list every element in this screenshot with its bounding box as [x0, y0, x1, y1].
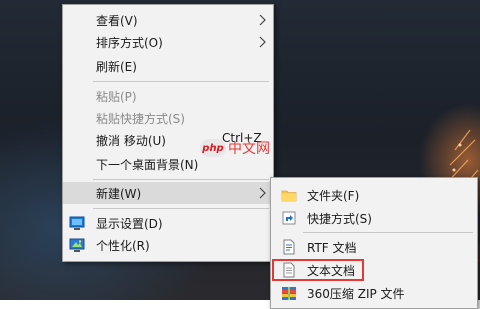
menu-separator — [93, 179, 269, 180]
menu-separator — [303, 232, 473, 233]
display-settings-icon — [69, 216, 85, 230]
chevron-right-icon — [259, 14, 266, 26]
menu-item-view[interactable]: 查看(V) — [63, 9, 273, 31]
folder-icon — [281, 190, 297, 202]
watermark: php 中文网 — [200, 138, 270, 158]
menu-item-personalize[interactable]: 个性化(R) — [63, 234, 273, 256]
watermark-text: 中文网 — [228, 141, 270, 157]
menu-item-paste-shortcut[interactable]: 粘贴快捷方式(S) — [63, 107, 273, 129]
menu-item-new[interactable]: 新建(W) — [63, 182, 273, 204]
submenu-item-rtf-document[interactable]: RTF 文档 — [271, 236, 477, 258]
menu-item-paste[interactable]: 粘贴(P) — [63, 85, 273, 107]
menu-separator — [93, 81, 269, 82]
watermark-logo: php — [200, 139, 226, 157]
new-submenu: 文件夹(F) 快捷方式(S) RTF 文档 文本文档 360压缩 ZIP 文件 — [270, 177, 478, 309]
rtf-document-icon — [283, 239, 295, 255]
shortcut-icon — [282, 211, 296, 225]
menu-item-sort-by[interactable]: 排序方式(O) — [63, 31, 273, 53]
text-document-highlight-box — [272, 259, 364, 281]
submenu-item-folder[interactable]: 文件夹(F) — [271, 184, 477, 206]
personalize-icon — [69, 238, 85, 252]
menu-item-refresh[interactable]: 刷新(E) — [63, 55, 273, 77]
menu-separator — [93, 208, 269, 209]
submenu-item-zip-file[interactable]: 360压缩 ZIP 文件 — [271, 282, 477, 304]
submenu-item-shortcut[interactable]: 快捷方式(S) — [271, 207, 477, 229]
chevron-right-icon — [259, 36, 266, 48]
zip-archive-icon — [282, 287, 296, 300]
menu-item-display-settings[interactable]: 显示设置(D) — [63, 212, 273, 234]
chevron-right-icon — [259, 187, 266, 199]
